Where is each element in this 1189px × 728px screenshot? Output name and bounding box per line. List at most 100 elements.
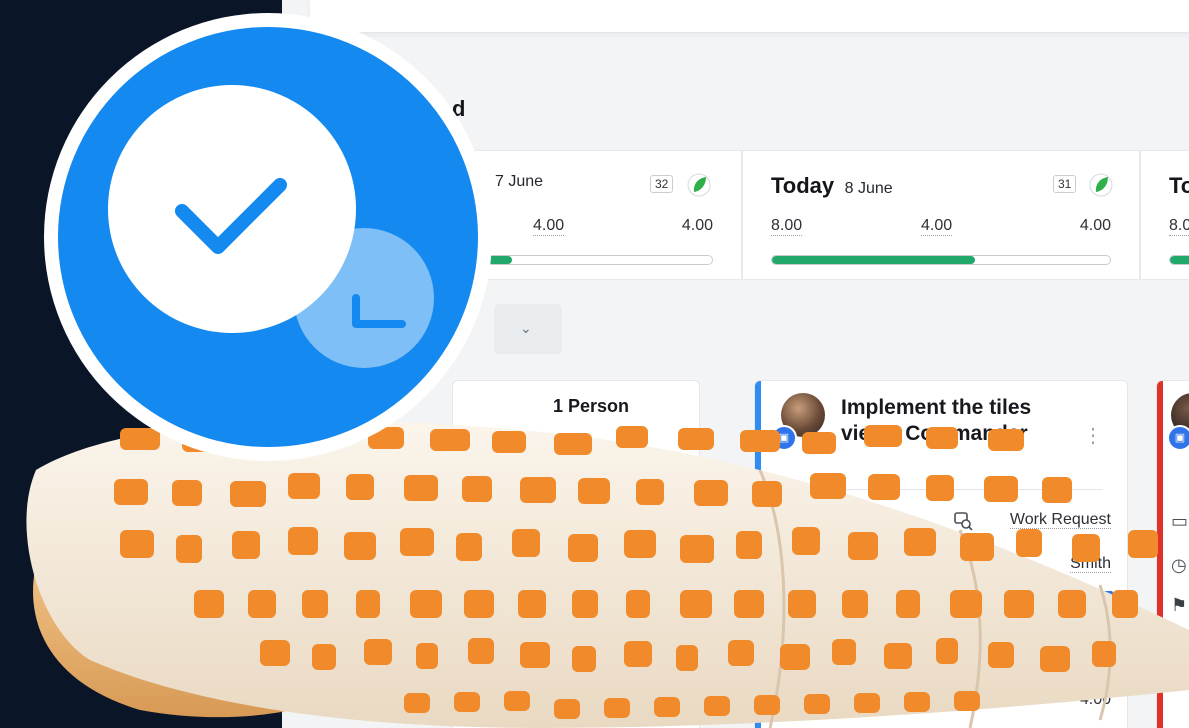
shell-spot bbox=[896, 590, 920, 618]
shell-spot bbox=[936, 638, 958, 664]
shell-spot bbox=[802, 432, 836, 454]
shell-spot bbox=[430, 429, 470, 451]
day-date: 7 June bbox=[495, 173, 544, 190]
shell-spot bbox=[356, 590, 380, 618]
shell-spot bbox=[926, 427, 958, 449]
shell-spot bbox=[734, 590, 764, 618]
shell-spot bbox=[1092, 641, 1116, 667]
shell-spot bbox=[1058, 590, 1086, 618]
day-card-tomorrow[interactable]: To 8.0 bbox=[1140, 150, 1189, 280]
day-progress-fill bbox=[772, 256, 975, 264]
shell-spot bbox=[904, 528, 936, 556]
shell-spot bbox=[518, 590, 546, 618]
shell-spot bbox=[344, 532, 376, 560]
shell-spot bbox=[230, 481, 266, 507]
filter-dropdown[interactable]: ⌄ bbox=[494, 304, 562, 354]
shell-spot bbox=[454, 692, 480, 712]
task-count-badge: 32 bbox=[650, 175, 674, 193]
shell-spot bbox=[842, 590, 868, 618]
shell-spot bbox=[554, 433, 592, 455]
shell-spot bbox=[568, 534, 598, 562]
day-progress-bar bbox=[771, 255, 1111, 265]
hours-remaining: 4.00 bbox=[1079, 217, 1111, 234]
shell-spot bbox=[312, 644, 336, 670]
shell-spot bbox=[704, 696, 730, 716]
shell-spot bbox=[404, 475, 438, 501]
shell-spot bbox=[1016, 529, 1042, 557]
shell-spot bbox=[248, 590, 276, 618]
shell-spot bbox=[868, 474, 900, 500]
day-header: To bbox=[1169, 173, 1189, 199]
shell-spot bbox=[864, 425, 902, 447]
day-header: Today 8 June bbox=[771, 173, 893, 199]
shell-spot bbox=[904, 692, 930, 712]
shell-spot bbox=[950, 590, 982, 618]
shell-spot bbox=[984, 476, 1018, 502]
shell-spot bbox=[1042, 477, 1072, 503]
chevron-down-icon: ⌄ bbox=[520, 320, 532, 336]
shell-spot bbox=[364, 639, 392, 665]
shell-spot bbox=[680, 590, 712, 618]
leaf-icon bbox=[687, 173, 711, 197]
leaf-icon bbox=[1089, 173, 1113, 197]
shell-spot bbox=[1128, 530, 1158, 558]
shell-spot bbox=[740, 430, 780, 452]
day-progress-fill bbox=[1170, 256, 1189, 264]
day-label: To bbox=[1169, 173, 1189, 198]
shell-spot bbox=[1040, 646, 1070, 672]
shell-spot bbox=[792, 527, 820, 555]
hours-planned[interactable]: 4.00 bbox=[921, 217, 953, 236]
top-bar bbox=[310, 0, 1189, 33]
shell-spot bbox=[954, 691, 980, 711]
day-date: 8 June bbox=[844, 180, 893, 197]
shell-spot bbox=[346, 474, 374, 500]
shell-spot bbox=[676, 645, 698, 671]
day-header: 7 June bbox=[495, 173, 543, 191]
shell-spot bbox=[120, 530, 154, 558]
shell-spot bbox=[752, 481, 782, 507]
day-card-today[interactable]: Today 8 June 31 8.00 4.00 4.00 bbox=[742, 150, 1140, 280]
shell-spot bbox=[232, 531, 260, 559]
shell-spot bbox=[754, 695, 780, 715]
task-count-badge: 31 bbox=[1053, 175, 1077, 193]
hours-total[interactable]: 8.0 bbox=[1169, 217, 1189, 236]
shell-spot bbox=[1072, 534, 1100, 562]
shell-spot bbox=[114, 479, 148, 505]
hours-planned[interactable]: 4.00 bbox=[533, 217, 565, 236]
shell-spot bbox=[988, 429, 1024, 451]
shell-spot bbox=[736, 531, 762, 559]
shell-spot bbox=[1112, 590, 1138, 618]
shell-spot bbox=[464, 590, 494, 618]
shell-spot bbox=[1004, 590, 1034, 618]
shell-spot bbox=[988, 642, 1014, 668]
shell-spot bbox=[512, 529, 540, 557]
shell-spot bbox=[176, 535, 202, 563]
shell-spot bbox=[728, 640, 754, 666]
shell-spot bbox=[626, 590, 650, 618]
shell-spot bbox=[578, 478, 610, 504]
shell-spot bbox=[462, 476, 492, 502]
shell-spot bbox=[832, 639, 856, 665]
shell-spot bbox=[854, 693, 880, 713]
shell-spot bbox=[492, 431, 526, 453]
shell-spot bbox=[288, 527, 318, 555]
shell-spot bbox=[504, 691, 530, 711]
shell-spot bbox=[302, 590, 328, 618]
hours-total[interactable]: 8.00 bbox=[771, 217, 803, 236]
shell-spot bbox=[404, 693, 430, 713]
shell-spot bbox=[416, 643, 438, 669]
shell-spot bbox=[572, 590, 598, 618]
check-icon bbox=[175, 178, 287, 254]
shell-spot bbox=[694, 480, 728, 506]
shell-spot bbox=[678, 428, 714, 450]
shell-spot bbox=[624, 530, 656, 558]
shell-spot bbox=[456, 533, 482, 561]
shell-spot bbox=[926, 475, 954, 501]
shell-spot bbox=[624, 641, 652, 667]
shell-spot bbox=[468, 638, 494, 664]
shell-spot bbox=[520, 477, 556, 503]
shell-spot bbox=[616, 426, 648, 448]
shell-spot bbox=[680, 535, 714, 563]
shell-spot bbox=[400, 528, 434, 556]
shell-spot bbox=[788, 590, 816, 618]
